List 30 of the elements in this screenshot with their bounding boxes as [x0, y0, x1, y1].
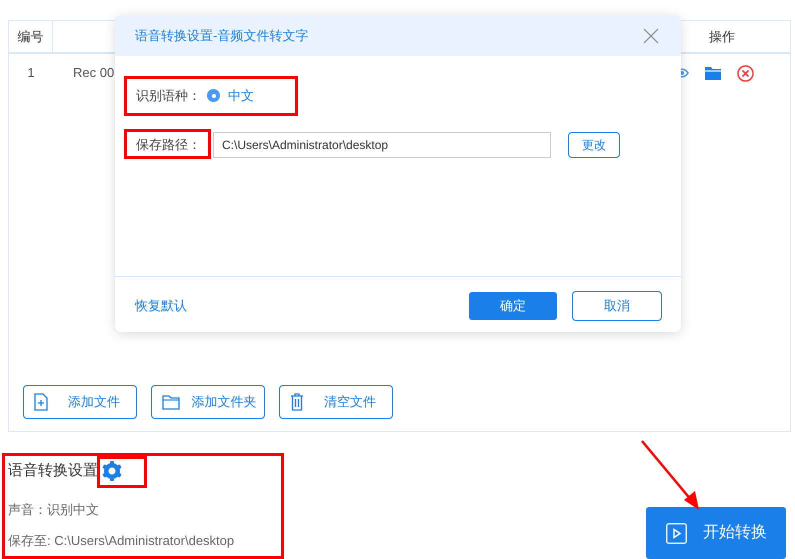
save-path-setting: 保存至: C:\Users\Administrator\desktop [8, 532, 234, 550]
start-button[interactable]: 开始转换 [646, 507, 786, 559]
section-title: 语音转换设置 [8, 461, 98, 481]
toolbar-button[interactable]: 清空文件 [279, 385, 393, 419]
cancel-button[interactable]: 取消 [572, 291, 662, 321]
field-label: 识别语种： [136, 87, 201, 105]
play-icon [666, 522, 687, 544]
path-field[interactable]: C:\Users\Administrator\desktop [213, 132, 551, 158]
field-label: 保存路径： [136, 136, 201, 154]
toolbar-button[interactable]: 添加文件夹 [151, 385, 265, 419]
table-cell-text: Rec 00 [73, 64, 114, 82]
annotation-arrow [640, 440, 702, 512]
column-header: 操作 [708, 28, 736, 46]
reset-link[interactable]: 恢复默认 [135, 296, 187, 316]
radio-button[interactable] [207, 89, 220, 102]
column-header: 编号 [9, 20, 53, 53]
change-button[interactable]: 更改 [568, 132, 620, 158]
add-file-icon [34, 393, 48, 411]
folder-icon[interactable] [705, 66, 721, 80]
close-icon[interactable] [737, 64, 754, 82]
dialog-title: 语音转换设置-音频文件转文字 [135, 26, 308, 45]
toolbar-button[interactable]: 添加文件 [23, 385, 137, 419]
settings-icon[interactable] [101, 460, 123, 482]
folder-icon [162, 394, 180, 410]
voice-setting: 声音：识别中文 [8, 501, 99, 519]
trash-icon [290, 393, 304, 411]
table-cell-text: 1 [26, 64, 36, 82]
ok-button[interactable]: 确定 [469, 292, 557, 320]
close-icon[interactable] [643, 28, 659, 44]
radio-option[interactable]: 中文 [207, 86, 254, 106]
